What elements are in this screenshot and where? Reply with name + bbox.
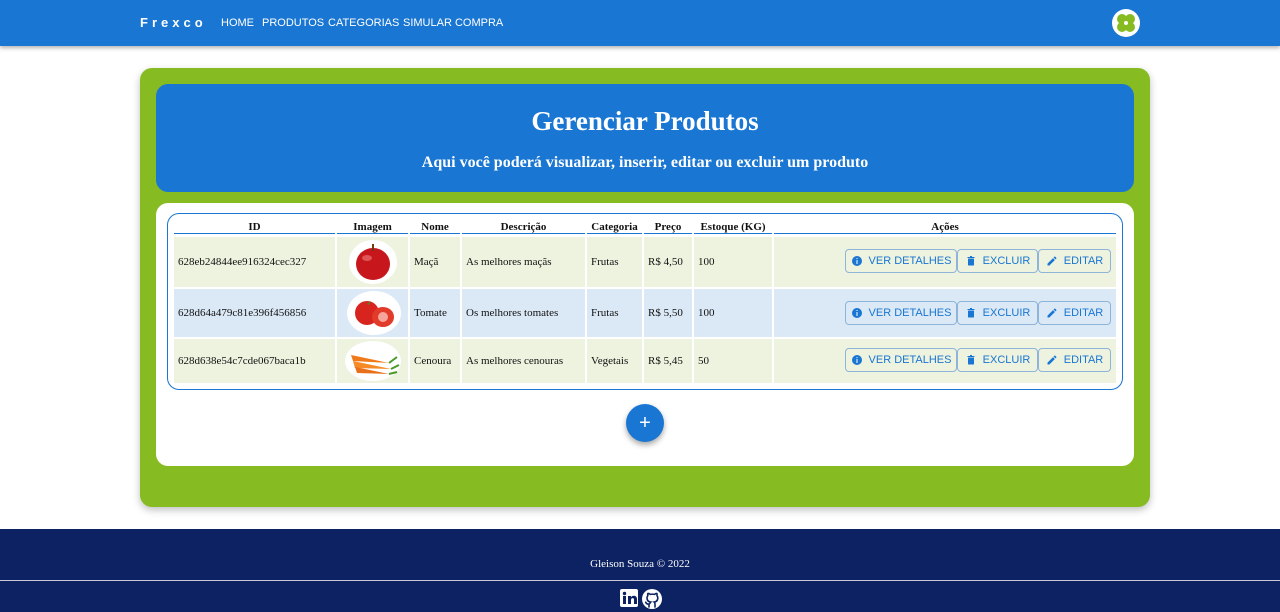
cell-name: Cenoura — [410, 339, 462, 383]
github-icon[interactable] — [642, 589, 662, 609]
cell-image — [337, 289, 410, 337]
view-details-label: VER DETALHES — [868, 255, 952, 267]
info-icon — [851, 256, 862, 266]
cell-stock: 100 — [694, 289, 774, 337]
edit-label: EDITAR — [1063, 354, 1104, 366]
cell-name: Maçã — [410, 237, 462, 287]
view-details-label: VER DETALHES — [868, 307, 952, 319]
nav-link-simular-compra[interactable]: SIMULAR COMPRA — [403, 17, 503, 29]
edit-label: EDITAR — [1063, 255, 1104, 267]
header-estoque: Estoque (KG) — [694, 221, 772, 234]
nav-link-home[interactable]: HOME — [221, 17, 254, 29]
cell-name: Tomate — [410, 289, 462, 337]
page-title: Gerenciar Produtos — [531, 106, 759, 136]
edit-button[interactable]: EDITAR — [1038, 301, 1111, 325]
cell-actions: VER DETALHES EXCLUIR EDITAR — [774, 339, 1116, 383]
top-navbar: Frexco HOME PRODUTOS CATEGORIAS SIMULAR … — [0, 0, 1280, 46]
delete-label: EXCLUIR — [982, 255, 1031, 267]
cell-category: Frutas — [587, 289, 644, 337]
edit-button[interactable]: EDITAR — [1038, 348, 1111, 372]
delete-button[interactable]: EXCLUIR — [957, 301, 1038, 325]
page-header-banner: Gerenciar Produtos Aqui você poderá visu… — [156, 84, 1134, 192]
header-nome: Nome — [410, 221, 460, 234]
delete-button[interactable]: EXCLUIR — [957, 249, 1038, 273]
brand-logo-text[interactable]: Frexco — [140, 15, 207, 30]
view-details-button[interactable]: VER DETALHES — [845, 249, 957, 273]
cell-actions: VER DETALHES EXCLUIR EDITAR — [774, 237, 1116, 287]
header-preco: Preço — [644, 221, 692, 234]
header-acoes: Ações — [774, 221, 1116, 234]
table-row: 628d638e54c7cde067baca1b Cenoura As melh… — [174, 339, 1116, 383]
cell-image — [337, 237, 410, 287]
cell-description: Os melhores tomates — [462, 289, 587, 337]
cell-price: R$ 5,45 — [644, 339, 694, 383]
table-row: 628d64a479c81e396f456856 Tomate Os melho… — [174, 289, 1116, 337]
trash-icon — [967, 308, 975, 318]
tomato-image — [347, 291, 401, 335]
cell-category: Vegetais — [587, 339, 644, 383]
cell-id: 628eb24844ee916324cec327 — [174, 237, 337, 287]
delete-label: EXCLUIR — [982, 307, 1031, 319]
edit-button[interactable]: EDITAR — [1038, 249, 1111, 273]
pencil-icon — [1047, 256, 1057, 266]
nav-link-produtos[interactable]: PRODUTOS — [262, 17, 324, 29]
add-product-button[interactable]: + — [626, 404, 664, 442]
cell-price: R$ 5,50 — [644, 289, 694, 337]
cell-id: 628d638e54c7cde067baca1b — [174, 339, 337, 383]
view-details-button[interactable]: VER DETALHES — [845, 348, 957, 372]
cell-category: Frutas — [587, 237, 644, 287]
cell-stock: 50 — [694, 339, 774, 383]
avatar[interactable] — [1112, 9, 1140, 37]
footer-copyright: Gleison Souza © 2022 — [590, 558, 690, 570]
cell-description: As melhores cenouras — [462, 339, 587, 383]
delete-label: EXCLUIR — [982, 354, 1031, 366]
header-id: ID — [174, 221, 335, 234]
page-subtitle: Aqui você poderá visualizar, inserir, ed… — [421, 154, 869, 171]
footer — [0, 529, 1280, 612]
pencil-icon — [1047, 308, 1057, 318]
table-row: 628eb24844ee916324cec327 Maçã As melhore… — [174, 237, 1116, 287]
header-descricao: Descrição — [462, 221, 585, 234]
info-icon — [851, 308, 862, 318]
linkedin-icon[interactable] — [620, 589, 638, 607]
cell-price: R$ 4,50 — [644, 237, 694, 287]
view-details-button[interactable]: VER DETALHES — [845, 301, 957, 325]
cell-id: 628d64a479c81e396f456856 — [174, 289, 337, 337]
cell-stock: 100 — [694, 237, 774, 287]
cell-image — [337, 339, 410, 383]
trash-icon — [967, 355, 975, 365]
clover-logo-icon — [1117, 14, 1135, 32]
carrot-image — [345, 341, 401, 381]
pencil-icon — [1047, 355, 1057, 365]
info-icon — [851, 355, 862, 365]
header-imagem: Imagem — [337, 221, 408, 234]
view-details-label: VER DETALHES — [868, 354, 952, 366]
header-categoria: Categoria — [587, 221, 642, 234]
trash-icon — [967, 256, 975, 266]
apple-image — [349, 240, 397, 284]
cell-description: As melhores maçãs — [462, 237, 587, 287]
edit-label: EDITAR — [1063, 307, 1104, 319]
cell-actions: VER DETALHES EXCLUIR EDITAR — [774, 289, 1116, 337]
delete-button[interactable]: EXCLUIR — [957, 348, 1038, 372]
nav-link-categorias[interactable]: CATEGORIAS — [328, 17, 399, 29]
footer-divider — [0, 580, 1280, 581]
